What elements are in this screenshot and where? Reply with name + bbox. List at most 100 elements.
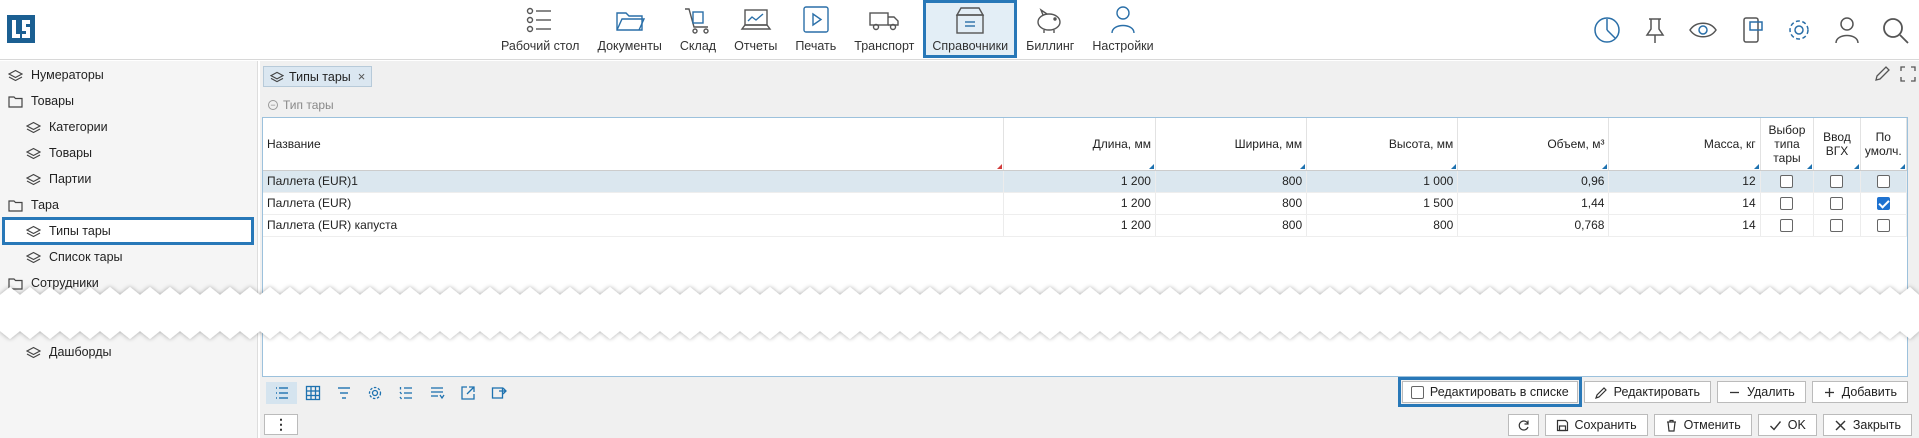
view-button[interactable]	[1679, 6, 1727, 54]
choose-type-checkbox[interactable]	[1780, 219, 1794, 233]
col-header-choose-type[interactable]: Выбор типа тары	[1760, 118, 1815, 171]
settings-button[interactable]	[1775, 6, 1823, 54]
container-types-table: Название Длина, мм Ширина, мм Высота, мм…	[263, 118, 1908, 237]
app-logo[interactable]	[6, 14, 36, 44]
cell-width: 800	[1155, 170, 1308, 193]
group-button[interactable]	[421, 382, 452, 404]
tab-container-types[interactable]: Типы тары ×	[263, 66, 373, 87]
sidebar-item-goods[interactable]: Товары	[26, 141, 92, 165]
pin-button[interactable]	[1631, 6, 1679, 54]
default-checkbox[interactable]	[1876, 219, 1890, 233]
choose-type-checkbox[interactable]	[1780, 197, 1794, 211]
grid-view-button[interactable]	[297, 382, 328, 404]
col-header-width[interactable]: Ширина, мм	[1155, 118, 1308, 171]
col-header-length[interactable]: Длина, мм	[1003, 118, 1156, 171]
nav-print[interactable]: Печать	[786, 0, 845, 58]
col-header-name[interactable]: Название	[263, 118, 1004, 171]
choose-type-checkbox[interactable]	[1780, 175, 1794, 189]
list-view-button[interactable]	[266, 382, 297, 404]
default-checkbox[interactable]	[1876, 175, 1890, 189]
nav-warehouse[interactable]: Склад	[671, 0, 725, 58]
phone-chat-icon	[1743, 17, 1763, 43]
sidebar-item-categories[interactable]: Категории	[26, 115, 108, 139]
layers-icon	[26, 346, 41, 358]
sidebar-item-batches[interactable]: Партии	[26, 167, 91, 191]
add-button[interactable]: Добавить	[1811, 381, 1908, 403]
timer-button[interactable]	[1583, 6, 1631, 54]
cell-mass: 12	[1608, 170, 1761, 193]
col-header-vgh[interactable]: Ввод ВГХ	[1813, 118, 1861, 171]
table-row[interactable]: Паллета (EUR) капуста 1 200 800 800 0,76…	[263, 214, 1908, 237]
tab-close-icon[interactable]: ×	[358, 69, 366, 84]
sidebar-item-numerators[interactable]: Нумераторы	[8, 63, 104, 87]
right-toolbar	[1583, 0, 1919, 60]
refresh-view-button[interactable]	[483, 382, 514, 404]
print-play-icon	[803, 6, 829, 33]
nav-documents[interactable]: Документы	[588, 0, 670, 58]
messages-button[interactable]	[1727, 6, 1775, 54]
default-checkbox[interactable]	[1876, 197, 1890, 211]
cell-name: Паллета (EUR)	[263, 192, 1004, 215]
vgh-checkbox[interactable]	[1830, 197, 1844, 211]
nav-print-label: Печать	[795, 39, 837, 53]
cell-width: 800	[1155, 214, 1308, 237]
minus-icon	[1730, 391, 1740, 393]
search-button[interactable]	[1871, 6, 1919, 54]
eye-icon	[1689, 22, 1717, 38]
col-header-mass[interactable]: Масса, кг	[1608, 118, 1761, 171]
grid-actions: Редактировать в списке Редактировать Уда…	[1397, 377, 1908, 407]
filter-button[interactable]	[328, 382, 359, 404]
nav-reports[interactable]: Отчеты	[725, 0, 786, 58]
vgh-checkbox[interactable]	[1830, 175, 1844, 189]
collapse-icon[interactable]: −	[268, 100, 278, 110]
sidebar-folder-goods[interactable]: Товары	[8, 89, 74, 113]
edit-in-list-toggle[interactable]: Редактировать в списке	[1397, 377, 1582, 407]
nav-settings[interactable]: Настройки	[1083, 0, 1162, 58]
table-row[interactable]: Паллета (EUR)1 1 200 800 1 000 0,96 12	[263, 170, 1908, 193]
export-button[interactable]	[452, 382, 483, 404]
nav-reference[interactable]: Справочники	[923, 0, 1018, 58]
user-icon	[1835, 17, 1859, 44]
vgh-checkbox[interactable]	[1830, 219, 1844, 233]
col-header-volume[interactable]: Объем, м³	[1457, 118, 1610, 171]
expand-icon[interactable]	[1899, 65, 1917, 83]
edit-button[interactable]: Редактировать	[1583, 381, 1712, 403]
numbered-list-button[interactable]	[390, 382, 421, 404]
refresh-icon	[1518, 419, 1529, 431]
table-row[interactable]: Паллета (EUR) 1 200 800 1 500 1,44 14	[263, 192, 1908, 215]
col-header-height[interactable]: Высота, мм	[1306, 118, 1459, 171]
sidebar-item-dashboards[interactable]: Дашборды	[26, 340, 112, 364]
user-button[interactable]	[1823, 6, 1871, 54]
group-legend: − Тип тары	[268, 98, 334, 112]
nav-billing[interactable]: Биллинг	[1017, 0, 1083, 58]
edit-in-list-checkbox[interactable]	[1410, 385, 1424, 399]
save-button[interactable]: Сохранить	[1544, 414, 1648, 436]
pencil-icon[interactable]	[1873, 65, 1891, 83]
grid-toolbar: Редактировать в списке Редактировать Уда…	[262, 377, 1908, 407]
nav-reports-label: Отчеты	[734, 39, 778, 53]
delete-button[interactable]: Удалить	[1717, 381, 1806, 403]
cell-height: 800	[1306, 214, 1459, 237]
close-button[interactable]: Закрыть	[1822, 414, 1912, 436]
panel-actions	[1873, 65, 1917, 83]
sidebar-item-container-types[interactable]: Типы тары	[2, 217, 254, 245]
cell-volume: 1,44	[1457, 192, 1610, 215]
grid-settings-button[interactable]	[359, 382, 390, 404]
sidebar-item-container-list[interactable]: Список тары	[26, 245, 123, 269]
trash-icon	[1666, 419, 1676, 432]
more-menu-button[interactable]: ⋮	[264, 414, 298, 435]
col-header-default[interactable]: По умолч.	[1860, 118, 1908, 171]
cell-name: Паллета (EUR)1	[263, 170, 1004, 193]
nav-transport[interactable]: Транспорт	[845, 0, 923, 58]
table-header-row: Название Длина, мм Ширина, мм Высота, мм…	[263, 118, 1908, 171]
list-view-icon	[275, 387, 288, 399]
nav-desktop[interactable]: Рабочий стол	[492, 0, 588, 58]
main-nav: Рабочий стол Документы Склад Отчеты Печа…	[492, 0, 1163, 60]
cancel-button[interactable]: Отменить	[1653, 414, 1752, 436]
ok-button[interactable]: OK	[1757, 414, 1817, 436]
settings-person-icon	[1111, 6, 1135, 34]
refresh-button[interactable]	[1507, 414, 1539, 436]
sidebar-folder-containers[interactable]: Тара	[8, 193, 59, 217]
sidebar-item-label: Тара	[31, 198, 59, 212]
numbered-list-icon	[398, 387, 412, 400]
